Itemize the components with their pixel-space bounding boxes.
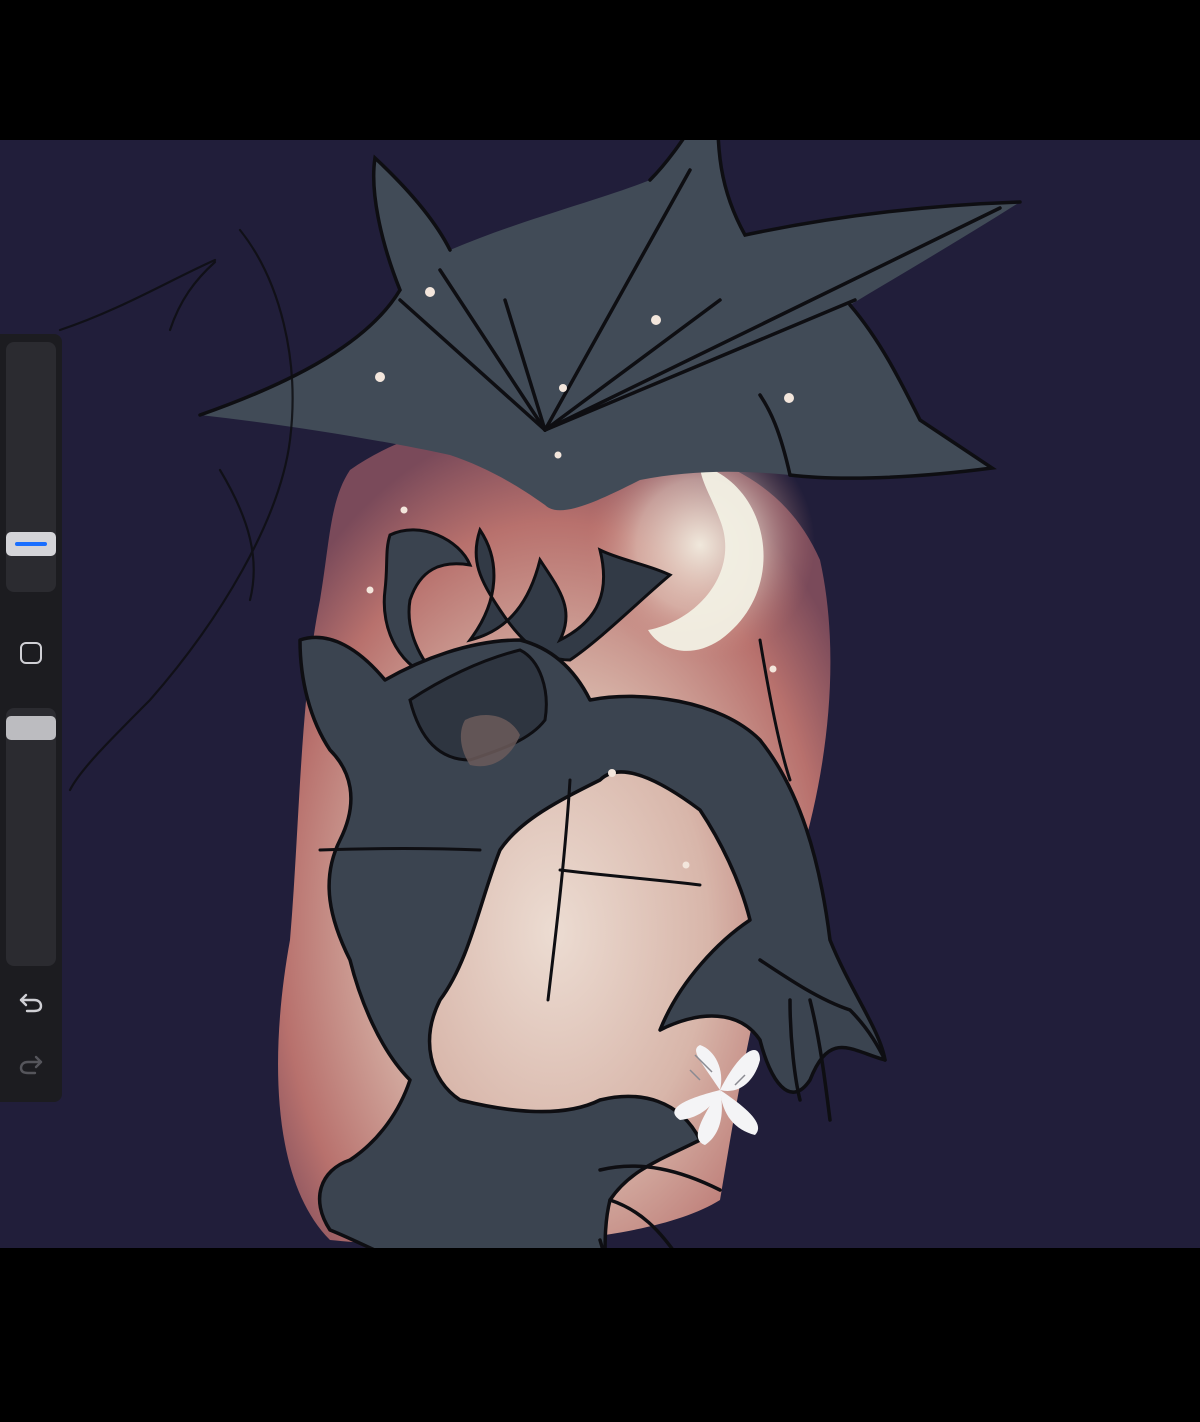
brush-opacity-slider[interactable] bbox=[6, 708, 56, 966]
drawing-canvas[interactable] bbox=[0, 140, 1200, 1248]
drawing-app bbox=[0, 0, 1200, 1422]
brush-sidebar bbox=[0, 334, 62, 1102]
bottom-bar bbox=[0, 1248, 1200, 1422]
undo-arrow-icon bbox=[19, 993, 43, 1013]
brush-size-slider[interactable] bbox=[6, 342, 56, 592]
undo-button[interactable] bbox=[14, 986, 48, 1020]
slider-thumb-accent bbox=[15, 542, 47, 546]
redo-button bbox=[14, 1048, 48, 1082]
square-icon bbox=[20, 642, 42, 664]
brush-size-slider-thumb[interactable] bbox=[6, 532, 56, 556]
redo-arrow-icon bbox=[19, 1055, 43, 1075]
top-bar bbox=[0, 0, 1200, 140]
brush-opacity-slider-thumb[interactable] bbox=[6, 716, 56, 740]
modify-button[interactable] bbox=[16, 638, 46, 668]
